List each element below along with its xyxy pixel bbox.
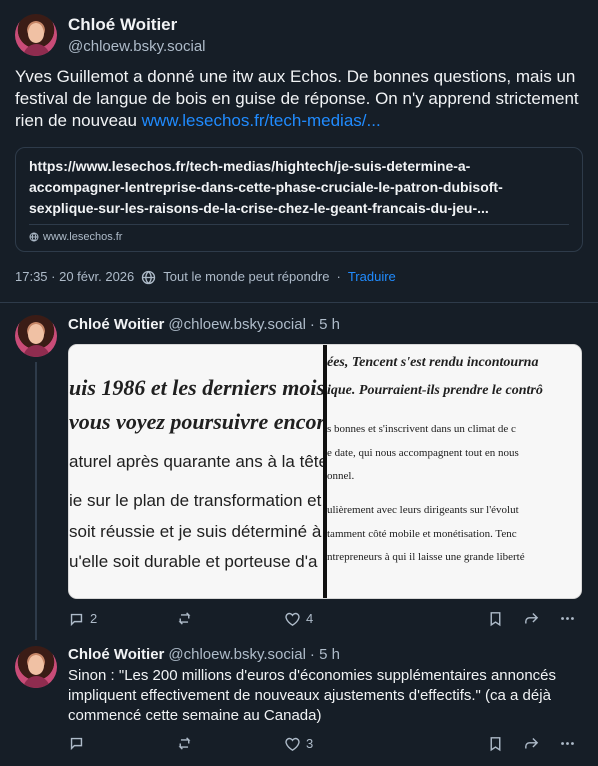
reply-actions: 2 4 — [68, 610, 588, 632]
heart-icon — [284, 611, 301, 628]
link-preview-domain: www.lesechos.fr — [29, 230, 122, 244]
image-right-line: ntrepreneurs à qui il laisse une grande … — [327, 551, 525, 563]
like-count: 4 — [306, 611, 314, 626]
share-button[interactable] — [523, 610, 540, 627]
like-button[interactable]: 3 — [284, 735, 313, 753]
share-button[interactable] — [523, 735, 540, 752]
reply-text: Sinon : "Les 200 millions d'euros d'écon… — [68, 667, 557, 724]
more-icon — [559, 610, 576, 627]
repost-button[interactable] — [176, 610, 193, 627]
reply-button[interactable] — [68, 735, 90, 752]
reply-time[interactable]: · 5 h — [310, 316, 340, 334]
reply-author-name[interactable]: Chloé Woitier — [68, 646, 164, 664]
more-button[interactable] — [559, 735, 576, 752]
card-divider — [29, 224, 569, 225]
reply-button[interactable]: 2 — [68, 610, 97, 628]
image-left-line: ie sur le plan de transformation et — [69, 491, 322, 510]
share-icon — [523, 610, 540, 627]
image-left-line: aturel après quarante ans à la tête — [69, 452, 323, 471]
reply-author-handle[interactable]: @chloew.bsky.social — [168, 646, 306, 664]
author-handle[interactable]: @chloew.bsky.social — [68, 38, 206, 56]
image-left-panel: uis 1986 et les derniers mois vous voyez… — [69, 345, 323, 598]
image-right-panel: ées, Tencent s'est rendu incontourna iqu… — [327, 345, 581, 598]
share-icon — [523, 735, 540, 752]
image-right-line: ulièrement avec leurs dirigeants sur l'é… — [327, 504, 519, 516]
image-right-line: ique. Pourraient-ils prendre le contrô — [327, 383, 543, 398]
post-meta: 17:35 · 20 févr. 2026 Tout le monde peut… — [15, 268, 396, 286]
thread-line — [35, 362, 37, 640]
reply-author-avatar[interactable] — [15, 315, 57, 357]
link-preview-title[interactable]: https://www.lesechos.fr/tech-medias/high… — [29, 156, 564, 219]
speech-bubble-icon — [68, 735, 85, 752]
post-timestamp[interactable]: 17:35 · 20 févr. 2026 — [15, 268, 134, 286]
translate-link[interactable]: Traduire — [348, 268, 396, 286]
reply-header: Chloé Woitier @chloew.bsky.social · 5 h — [68, 316, 340, 334]
image-right-line: s bonnes et s'inscrivent dans un climat … — [327, 423, 516, 435]
link-preview-domain-text: www.lesechos.fr — [43, 231, 123, 243]
reply-permission-icon — [141, 270, 156, 285]
author-name[interactable]: Chloé Woitier — [68, 15, 177, 35]
repost-icon — [176, 735, 193, 752]
globe-icon — [29, 232, 39, 242]
image-right-line: tamment côté mobile et monétisation. Ten… — [327, 528, 517, 540]
image-right-line: onnel. — [327, 470, 355, 482]
heart-icon — [284, 736, 301, 753]
like-button[interactable]: 4 — [284, 610, 313, 628]
reply-actions: 3 — [68, 735, 588, 757]
more-button[interactable] — [559, 610, 576, 627]
image-left-line: vous voyez poursuivre encor — [69, 409, 323, 434]
more-icon — [559, 735, 576, 752]
post-link[interactable]: www.lesechos.fr/tech-medias/... — [142, 111, 381, 130]
image-right-line: e date, qui nous accompagnent tout en no… — [327, 447, 519, 459]
author-avatar[interactable] — [15, 14, 57, 56]
reply-permission-text: Tout le monde peut répondre — [163, 269, 330, 284]
reply-image[interactable]: uis 1986 et les derniers mois vous voyez… — [68, 344, 582, 599]
meta-separator: · — [336, 269, 341, 284]
post-text: Yves Guillemot a donné une itw aux Echos… — [15, 66, 583, 132]
image-left-line: uis 1986 et les derniers mois — [69, 375, 323, 400]
reply-header: Chloé Woitier @chloew.bsky.social · 5 h — [68, 646, 340, 664]
image-left-line: soit réussie et je suis déterminé à — [69, 522, 322, 541]
main-post: Chloé Woitier @chloew.bsky.social Yves G… — [0, 0, 598, 303]
link-preview-card[interactable]: https://www.lesechos.fr/tech-medias/high… — [15, 147, 583, 252]
bookmark-button[interactable] — [487, 735, 504, 752]
speech-bubble-icon — [68, 611, 85, 628]
bookmark-button[interactable] — [487, 610, 504, 627]
repost-button[interactable] — [176, 735, 193, 752]
reply-author-name[interactable]: Chloé Woitier — [68, 316, 164, 334]
like-count: 3 — [306, 736, 314, 751]
image-left-line: u'elle soit durable et porteuse d'a — [69, 552, 318, 571]
reply-author-avatar[interactable] — [15, 646, 57, 688]
reply-count: 2 — [90, 611, 98, 626]
bookmark-icon — [487, 610, 504, 627]
reply-time[interactable]: · 5 h — [310, 646, 340, 664]
bookmark-icon — [487, 735, 504, 752]
reply-author-handle[interactable]: @chloew.bsky.social — [168, 316, 306, 334]
image-right-line: ées, Tencent s'est rendu incontourna — [327, 355, 539, 370]
repost-icon — [176, 610, 193, 627]
